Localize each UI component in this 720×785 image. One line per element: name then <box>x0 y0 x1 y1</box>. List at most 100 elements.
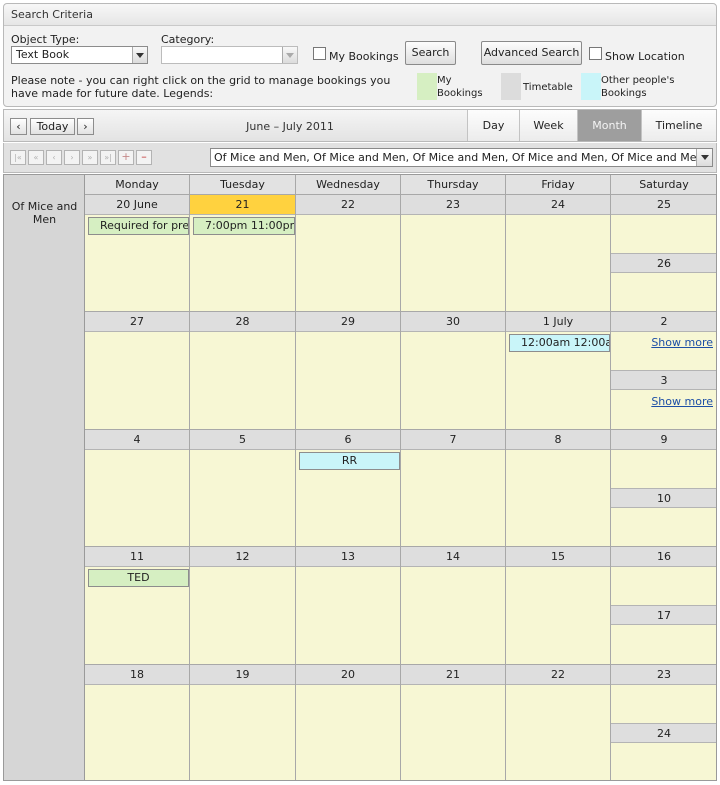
date-label[interactable]: 6 <box>296 430 400 450</box>
day-cell[interactable]: 19 <box>190 665 296 780</box>
day-cell[interactable]: 18 <box>85 665 190 780</box>
sunday-date-label[interactable]: 3 <box>611 370 716 390</box>
date-label[interactable]: 23 <box>401 195 505 215</box>
date-label[interactable]: 29 <box>296 312 400 332</box>
prev-icon[interactable]: ‹ <box>46 150 62 165</box>
today-button[interactable]: Today <box>30 118 75 135</box>
date-label[interactable]: 4 <box>85 430 189 450</box>
date-label[interactable]: 30 <box>401 312 505 332</box>
day-cell[interactable]: 29 <box>296 312 401 430</box>
date-label[interactable]: 9 <box>611 430 716 450</box>
date-label[interactable]: 19 <box>190 665 295 685</box>
day-cell[interactable]: 21 <box>401 665 506 780</box>
date-label[interactable]: 18 <box>85 665 189 685</box>
date-label[interactable]: 21 <box>401 665 505 685</box>
date-label[interactable]: 27 <box>85 312 189 332</box>
search-button[interactable]: Search <box>405 41 456 65</box>
tab-week[interactable]: Week <box>519 110 577 141</box>
next-page-icon[interactable]: » <box>82 150 98 165</box>
day-cell[interactable]: 14 <box>401 547 506 665</box>
sunday-date-label[interactable]: 10 <box>611 488 716 508</box>
my-bookings-checkbox[interactable] <box>313 47 326 60</box>
today-date-label[interactable]: 21 <box>190 195 295 215</box>
day-cell[interactable]: 6 <box>296 430 401 547</box>
date-label[interactable]: 8 <box>506 430 610 450</box>
day-cell[interactable]: 23 <box>611 312 716 430</box>
last-page-icon[interactable]: »| <box>100 150 116 165</box>
day-cell[interactable]: 4 <box>85 430 190 547</box>
date-label[interactable]: 24 <box>506 195 610 215</box>
booking-event[interactable]: TED <box>88 569 189 587</box>
date-label[interactable]: 12 <box>190 547 295 567</box>
day-cell[interactable]: 12 <box>190 547 296 665</box>
day-cell[interactable]: 13 <box>296 547 401 665</box>
day-cell[interactable]: 9 10 <box>611 430 716 547</box>
booking-event[interactable]: 12:00am 12:00am Shared <box>509 334 610 352</box>
tab-timeline[interactable]: Timeline <box>641 110 716 141</box>
day-cell[interactable]: 21 <box>190 195 296 312</box>
day-cell[interactable]: 16 17 <box>611 547 716 665</box>
prev-page-icon[interactable]: « <box>28 150 44 165</box>
show-more-link[interactable]: Show more <box>651 336 713 349</box>
date-label[interactable]: 25 <box>611 195 716 215</box>
month-calendar-grid[interactable]: Of Mice and Men Monday Tuesday Wednesday Th… <box>3 174 717 781</box>
date-label[interactable]: 20 June <box>85 195 189 215</box>
tab-month[interactable]: Month <box>577 110 641 141</box>
date-label[interactable]: 23 <box>611 665 716 685</box>
day-cell[interactable]: 28 <box>190 312 296 430</box>
date-label[interactable]: 7 <box>401 430 505 450</box>
resource-select[interactable]: Of Mice and Men, Of Mice and Men, Of Mic… <box>210 148 713 167</box>
day-cell[interactable]: 22 <box>296 195 401 312</box>
day-cell[interactable]: 25 26 <box>611 195 716 312</box>
resource-column: Of Mice and Men <box>4 175 85 780</box>
day-cell[interactable]: 1 July <box>506 312 611 430</box>
sunday-date-label[interactable]: 26 <box>611 253 716 273</box>
date-label[interactable]: 15 <box>506 547 610 567</box>
day-cell[interactable]: 20 June <box>85 195 190 312</box>
booking-event[interactable]: Required for presentation <box>88 217 189 235</box>
date-label[interactable]: 5 <box>190 430 295 450</box>
chevron-down-icon[interactable] <box>282 47 297 63</box>
day-cell[interactable]: 8 <box>506 430 611 547</box>
date-label[interactable]: 11 <box>85 547 189 567</box>
chevron-left-icon[interactable]: ‹ <box>10 118 27 135</box>
advanced-search-button[interactable]: Advanced Search <box>481 41 582 65</box>
date-label[interactable]: 22 <box>296 195 400 215</box>
remove-icon[interactable]: – <box>136 150 152 165</box>
day-cell[interactable]: 15 <box>506 547 611 665</box>
day-cell[interactable]: 7 <box>401 430 506 547</box>
day-cell[interactable]: 23 <box>401 195 506 312</box>
date-label[interactable]: 22 <box>506 665 610 685</box>
date-label[interactable]: 1 July <box>506 312 610 332</box>
show-location-checkbox[interactable] <box>589 47 602 60</box>
date-label[interactable]: 20 <box>296 665 400 685</box>
show-more-link[interactable]: Show more <box>651 395 713 408</box>
category-select[interactable] <box>161 46 298 64</box>
date-label[interactable]: 2 <box>611 312 716 332</box>
day-cell[interactable]: 20 <box>296 665 401 780</box>
day-cell[interactable]: 27 <box>85 312 190 430</box>
date-label[interactable]: 16 <box>611 547 716 567</box>
booking-event[interactable]: 7:00pm 11:00pm Timetable <box>193 217 295 235</box>
day-cell[interactable]: 22 <box>506 665 611 780</box>
day-cell[interactable]: 5 <box>190 430 296 547</box>
object-type-select[interactable]: Text Book <box>11 46 148 64</box>
date-label[interactable]: 14 <box>401 547 505 567</box>
chevron-down-icon[interactable] <box>132 47 147 63</box>
chevron-right-icon[interactable]: › <box>77 118 94 135</box>
next-icon[interactable]: › <box>64 150 80 165</box>
day-cell[interactable]: 11 <box>85 547 190 665</box>
booking-event[interactable]: RR <box>299 452 400 470</box>
day-cell[interactable]: 24 <box>506 195 611 312</box>
day-cell[interactable]: 30 <box>401 312 506 430</box>
chevron-down-icon[interactable] <box>696 149 712 166</box>
legend-timetable: Timetable <box>523 82 573 93</box>
tab-day[interactable]: Day <box>467 110 519 141</box>
date-label[interactable]: 13 <box>296 547 400 567</box>
date-label[interactable]: 28 <box>190 312 295 332</box>
day-cell[interactable]: 23 24 <box>611 665 716 780</box>
add-icon[interactable]: + <box>118 150 134 165</box>
first-page-icon[interactable]: |« <box>10 150 26 165</box>
sunday-date-label[interactable]: 17 <box>611 605 716 625</box>
sunday-date-label[interactable]: 24 <box>611 723 716 743</box>
